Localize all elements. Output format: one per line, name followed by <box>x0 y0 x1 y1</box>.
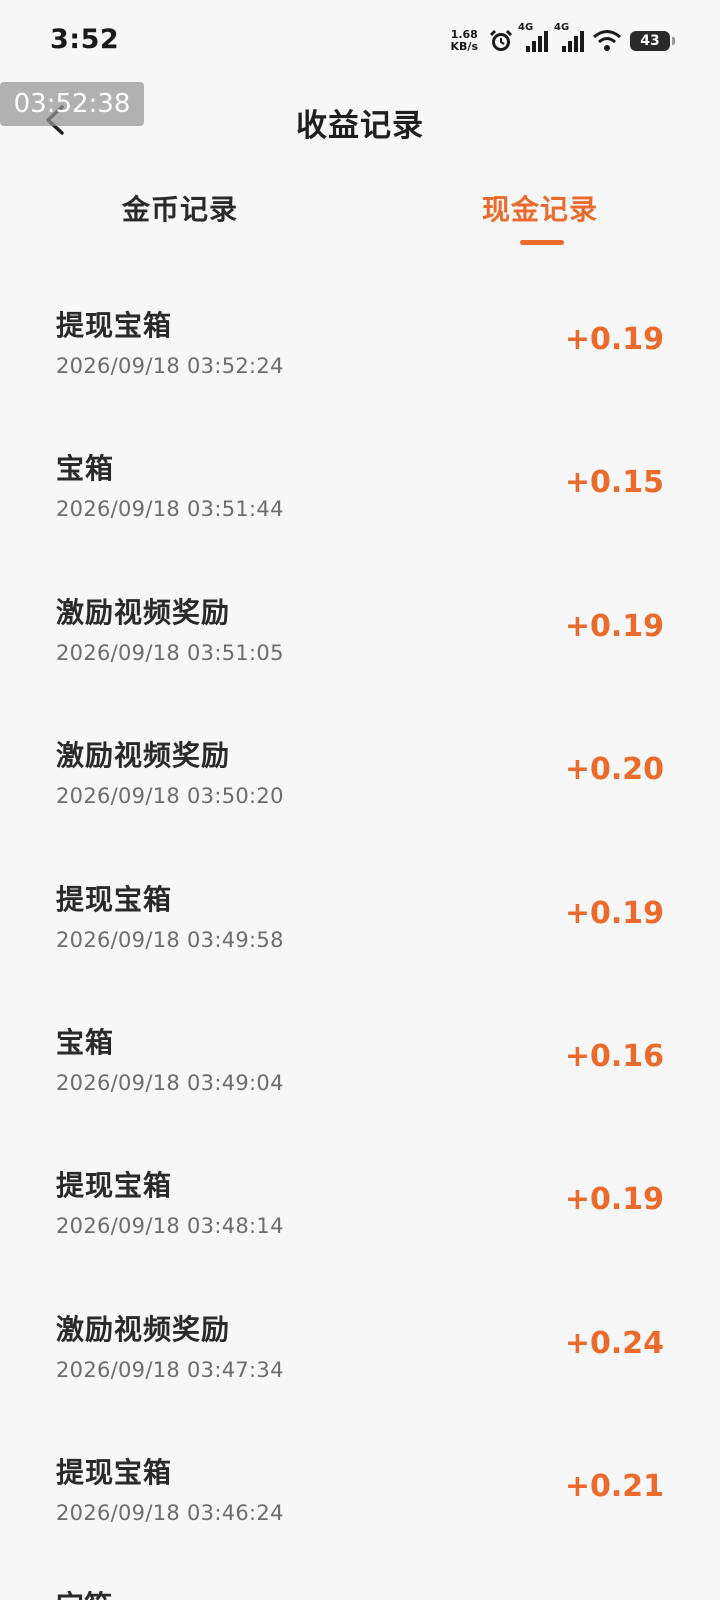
record-time: 2026/09/18 03:49:58 <box>56 927 284 952</box>
battery-level: 43 <box>640 33 660 49</box>
record-title: 激励视频奖励 <box>56 595 231 629</box>
record-item: 提现宝箱 2026/09/18 03:49:58 +0.19 <box>0 856 720 999</box>
signal-2: 4G <box>554 22 586 54</box>
record-amount: +0.19 <box>564 608 664 644</box>
status-bar: 3:52 1.68 KB/s 4G 4G 43 <box>0 0 720 80</box>
active-tab-indicator <box>520 240 564 245</box>
record-item: 提现宝箱 2026/09/18 03:52:24 +0.19 <box>0 282 720 425</box>
status-icons: 1.68 KB/s 4G 4G 43 <box>451 22 675 56</box>
signal-1: 4G <box>518 22 550 54</box>
record-item: 激励视频奖励 2026/09/18 03:50:20 +0.20 <box>0 712 720 855</box>
record-time: 2026/09/18 03:47:34 <box>56 1357 284 1382</box>
record-title: 激励视频奖励 <box>56 739 231 773</box>
record-amount: +0.19 <box>564 322 664 357</box>
alarm-icon <box>488 28 514 54</box>
tab-bar: 金币记录 现金记录 <box>0 188 720 258</box>
record-item: 宝箱 2026/09/18 03:51:44 +0.15 <box>0 425 720 568</box>
record-list: 提现宝箱 2026/09/18 03:52:24 +0.19 宝箱 2026/0… <box>0 282 720 1573</box>
record-amount: +0.15 <box>564 465 664 501</box>
record-item: 提现宝箱 2026/09/18 03:46:24 +0.21 <box>0 1429 720 1572</box>
record-time: 2026/09/18 03:46:24 <box>56 1501 284 1526</box>
record-time: 2026/09/18 03:49:04 <box>56 1070 284 1095</box>
network-type-2: 4G <box>554 22 570 33</box>
clock-overlay: 03:52:38 <box>0 82 144 126</box>
record-amount: +0.24 <box>564 1325 664 1361</box>
network-type-1: 4G <box>518 22 534 33</box>
record-title: 提现宝箱 <box>56 1169 173 1203</box>
record-item: 宝箱 2026/09/18 03:49:04 +0.16 <box>0 999 720 1142</box>
record-title: 提现宝箱 <box>56 882 173 916</box>
record-amount: +0.19 <box>564 1182 664 1218</box>
record-amount: +0.16 <box>564 1038 664 1074</box>
record-title: 宝箱 <box>56 1025 115 1059</box>
record-amount: +0.19 <box>564 895 664 931</box>
record-title: 提现宝箱 <box>56 1456 173 1490</box>
record-title: 提现宝箱 <box>56 309 173 342</box>
tab-coin-records[interactable]: 金币记录 <box>0 188 360 228</box>
record-title: 宝箱 <box>56 452 115 486</box>
record-item-partial: 宝箱 <box>56 1570 116 1600</box>
record-item: 激励视频奖励 2026/09/18 03:51:05 +0.19 <box>0 569 720 712</box>
record-item: 提现宝箱 2026/09/18 03:48:14 +0.19 <box>0 1142 720 1285</box>
network-speed-unit: KB/s <box>450 40 478 53</box>
record-amount: +0.21 <box>564 1469 664 1505</box>
record-title: 激励视频奖励 <box>56 1312 231 1346</box>
status-time: 3:52 <box>50 24 120 55</box>
battery-icon: 43 <box>630 31 675 51</box>
network-speed: 1.68 KB/s <box>451 29 478 53</box>
record-title: 宝箱 <box>56 1584 116 1600</box>
record-amount: +0.20 <box>564 752 664 788</box>
record-time: 2026/09/18 03:48:14 <box>56 1214 284 1239</box>
record-time: 2026/09/18 03:51:05 <box>56 640 284 665</box>
record-time: 2026/09/18 03:50:20 <box>56 784 284 809</box>
tab-cash-records[interactable]: 现金记录 <box>360 188 720 228</box>
wifi-icon <box>592 29 622 53</box>
record-time: 2026/09/18 03:51:44 <box>56 497 284 522</box>
record-item: 激励视频奖励 2026/09/18 03:47:34 +0.24 <box>0 1286 720 1429</box>
record-time: 2026/09/18 03:52:24 <box>56 354 284 378</box>
